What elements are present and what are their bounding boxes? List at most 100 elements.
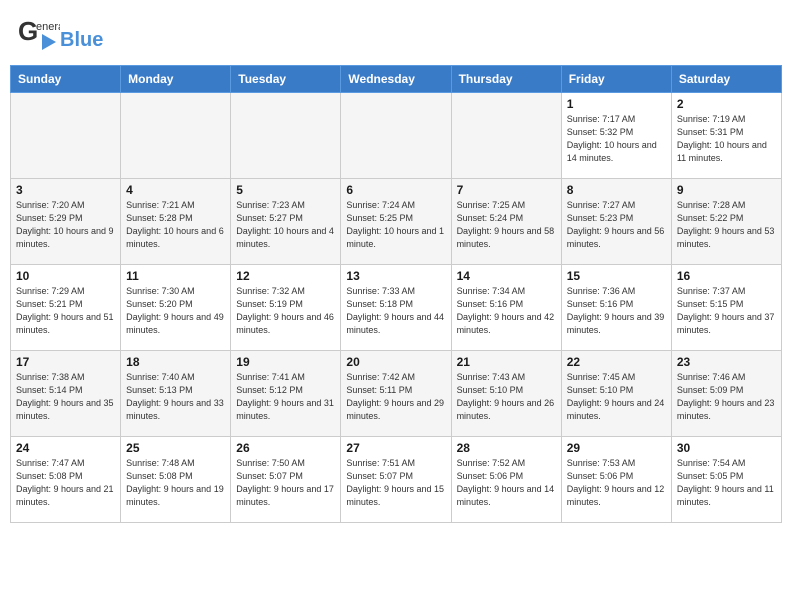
- day-info: Sunrise: 7:46 AM Sunset: 5:09 PM Dayligh…: [677, 371, 776, 423]
- day-info: Sunrise: 7:28 AM Sunset: 5:22 PM Dayligh…: [677, 199, 776, 251]
- day-number: 15: [567, 269, 666, 283]
- day-info: Sunrise: 7:32 AM Sunset: 5:19 PM Dayligh…: [236, 285, 335, 337]
- day-number: 9: [677, 183, 776, 197]
- calendar-cell: 5 Sunrise: 7:23 AM Sunset: 5:27 PM Daylig…: [231, 179, 341, 265]
- day-info: Sunrise: 7:24 AM Sunset: 5:25 PM Dayligh…: [346, 199, 445, 251]
- day-number: 19: [236, 355, 335, 369]
- calendar-cell: 12 Sunrise: 7:32 AM Sunset: 5:19 PM Dayli…: [231, 265, 341, 351]
- day-number: 5: [236, 183, 335, 197]
- calendar-cell: [231, 93, 341, 179]
- day-info: Sunrise: 7:50 AM Sunset: 5:07 PM Dayligh…: [236, 457, 335, 509]
- header-saturday: Saturday: [671, 66, 781, 93]
- calendar-cell: 29 Sunrise: 7:53 AM Sunset: 5:06 PM Dayli…: [561, 437, 671, 523]
- header-wednesday: Wednesday: [341, 66, 451, 93]
- calendar-cell: 25 Sunrise: 7:48 AM Sunset: 5:08 PM Dayli…: [121, 437, 231, 523]
- day-info: Sunrise: 7:54 AM Sunset: 5:05 PM Dayligh…: [677, 457, 776, 509]
- calendar-cell: 23 Sunrise: 7:46 AM Sunset: 5:09 PM Dayli…: [671, 351, 781, 437]
- calendar-cell: 17 Sunrise: 7:38 AM Sunset: 5:14 PM Dayli…: [11, 351, 121, 437]
- day-number: 13: [346, 269, 445, 283]
- day-info: Sunrise: 7:47 AM Sunset: 5:08 PM Dayligh…: [16, 457, 115, 509]
- logo-blue: Blue: [60, 29, 103, 52]
- day-number: 12: [236, 269, 335, 283]
- day-info: Sunrise: 7:51 AM Sunset: 5:07 PM Dayligh…: [346, 457, 445, 509]
- day-number: 27: [346, 441, 445, 455]
- day-info: Sunrise: 7:29 AM Sunset: 5:21 PM Dayligh…: [16, 285, 115, 337]
- svg-text:eneral: eneral: [36, 21, 60, 33]
- day-number: 17: [16, 355, 115, 369]
- calendar-cell: 20 Sunrise: 7:42 AM Sunset: 5:11 PM Dayli…: [341, 351, 451, 437]
- day-number: 10: [16, 269, 115, 283]
- header-friday: Friday: [561, 66, 671, 93]
- day-number: 24: [16, 441, 115, 455]
- day-number: 14: [457, 269, 556, 283]
- day-info: Sunrise: 7:33 AM Sunset: 5:18 PM Dayligh…: [346, 285, 445, 337]
- day-info: Sunrise: 7:19 AM Sunset: 5:31 PM Dayligh…: [677, 113, 776, 165]
- calendar-cell: 19 Sunrise: 7:41 AM Sunset: 5:12 PM Dayli…: [231, 351, 341, 437]
- header-tuesday: Tuesday: [231, 66, 341, 93]
- day-info: Sunrise: 7:34 AM Sunset: 5:16 PM Dayligh…: [457, 285, 556, 337]
- header-thursday: Thursday: [451, 66, 561, 93]
- calendar-cell: [11, 93, 121, 179]
- day-number: 2: [677, 97, 776, 111]
- day-info: Sunrise: 7:42 AM Sunset: 5:11 PM Dayligh…: [346, 371, 445, 423]
- day-info: Sunrise: 7:40 AM Sunset: 5:13 PM Dayligh…: [126, 371, 225, 423]
- logo: G eneral Blue: [18, 14, 103, 57]
- calendar-cell: 15 Sunrise: 7:36 AM Sunset: 5:16 PM Dayli…: [561, 265, 671, 351]
- calendar-cell: 13 Sunrise: 7:33 AM Sunset: 5:18 PM Dayli…: [341, 265, 451, 351]
- calendar-cell: 10 Sunrise: 7:29 AM Sunset: 5:21 PM Dayli…: [11, 265, 121, 351]
- day-number: 21: [457, 355, 556, 369]
- header-monday: Monday: [121, 66, 231, 93]
- day-info: Sunrise: 7:25 AM Sunset: 5:24 PM Dayligh…: [457, 199, 556, 251]
- calendar-cell: 16Sunrise: 7:37 AM Sunset: 5:15 PM Dayli…: [671, 265, 781, 351]
- calendar-cell: 2 Sunrise: 7:19 AM Sunset: 5:31 PM Daylig…: [671, 93, 781, 179]
- calendar-wrapper: Sunday Monday Tuesday Wednesday Thursday…: [0, 65, 792, 529]
- day-number: 22: [567, 355, 666, 369]
- day-number: 4: [126, 183, 225, 197]
- day-number: 20: [346, 355, 445, 369]
- day-number: 29: [567, 441, 666, 455]
- day-number: 28: [457, 441, 556, 455]
- calendar-cell: 18 Sunrise: 7:40 AM Sunset: 5:13 PM Dayli…: [121, 351, 231, 437]
- day-info: Sunrise: 7:20 AM Sunset: 5:29 PM Dayligh…: [16, 199, 115, 251]
- day-number: 25: [126, 441, 225, 455]
- calendar-cell: 4 Sunrise: 7:21 AM Sunset: 5:28 PM Daylig…: [121, 179, 231, 265]
- day-number: 1: [567, 97, 666, 111]
- header-sunday: Sunday: [11, 66, 121, 93]
- day-info: Sunrise: 7:45 AM Sunset: 5:10 PM Dayligh…: [567, 371, 666, 423]
- calendar-cell: 1 Sunrise: 7:17 AM Sunset: 5:32 PM Daylig…: [561, 93, 671, 179]
- day-info: Sunrise: 7:21 AM Sunset: 5:28 PM Dayligh…: [126, 199, 225, 251]
- day-number: 3: [16, 183, 115, 197]
- day-info: Sunrise: 7:17 AM Sunset: 5:32 PM Dayligh…: [567, 113, 666, 165]
- day-info: Sunrise: 7:48 AM Sunset: 5:08 PM Dayligh…: [126, 457, 225, 509]
- day-info: Sunrise: 7:53 AM Sunset: 5:06 PM Dayligh…: [567, 457, 666, 509]
- calendar-cell: 8 Sunrise: 7:27 AM Sunset: 5:23 PM Daylig…: [561, 179, 671, 265]
- calendar-cell: 3 Sunrise: 7:20 AM Sunset: 5:29 PM Daylig…: [11, 179, 121, 265]
- day-number: 11: [126, 269, 225, 283]
- calendar-cell: 14 Sunrise: 7:34 AM Sunset: 5:16 PM Dayli…: [451, 265, 561, 351]
- calendar-cell: [341, 93, 451, 179]
- calendar-cell: 30Sunrise: 7:54 AM Sunset: 5:05 PM Dayli…: [671, 437, 781, 523]
- day-number: 18: [126, 355, 225, 369]
- calendar-cell: 26 Sunrise: 7:50 AM Sunset: 5:07 PM Dayli…: [231, 437, 341, 523]
- calendar-cell: [121, 93, 231, 179]
- day-info: Sunrise: 7:52 AM Sunset: 5:06 PM Dayligh…: [457, 457, 556, 509]
- calendar-cell: 27 Sunrise: 7:51 AM Sunset: 5:07 PM Dayli…: [341, 437, 451, 523]
- calendar-cell: [451, 93, 561, 179]
- day-number: 6: [346, 183, 445, 197]
- calendar-cell: 28 Sunrise: 7:52 AM Sunset: 5:06 PM Dayli…: [451, 437, 561, 523]
- calendar-cell: 7Sunrise: 7:25 AM Sunset: 5:24 PM Daylig…: [451, 179, 561, 265]
- day-info: Sunrise: 7:41 AM Sunset: 5:12 PM Dayligh…: [236, 371, 335, 423]
- calendar-table: Sunday Monday Tuesday Wednesday Thursday…: [10, 65, 782, 523]
- day-number: 8: [567, 183, 666, 197]
- day-info: Sunrise: 7:27 AM Sunset: 5:23 PM Dayligh…: [567, 199, 666, 251]
- day-info: Sunrise: 7:36 AM Sunset: 5:16 PM Dayligh…: [567, 285, 666, 337]
- day-info: Sunrise: 7:38 AM Sunset: 5:14 PM Dayligh…: [16, 371, 115, 423]
- calendar-cell: 24 Sunrise: 7:47 AM Sunset: 5:08 PM Dayli…: [11, 437, 121, 523]
- calendar-cell: 22 Sunrise: 7:45 AM Sunset: 5:10 PM Dayli…: [561, 351, 671, 437]
- calendar-cell: 21Sunrise: 7:43 AM Sunset: 5:10 PM Dayli…: [451, 351, 561, 437]
- day-number: 23: [677, 355, 776, 369]
- day-info: Sunrise: 7:37 AM Sunset: 5:15 PM Dayligh…: [677, 285, 776, 337]
- day-info: Sunrise: 7:23 AM Sunset: 5:27 PM Dayligh…: [236, 199, 335, 251]
- calendar-cell: 9 Sunrise: 7:28 AM Sunset: 5:22 PM Daylig…: [671, 179, 781, 265]
- day-number: 26: [236, 441, 335, 455]
